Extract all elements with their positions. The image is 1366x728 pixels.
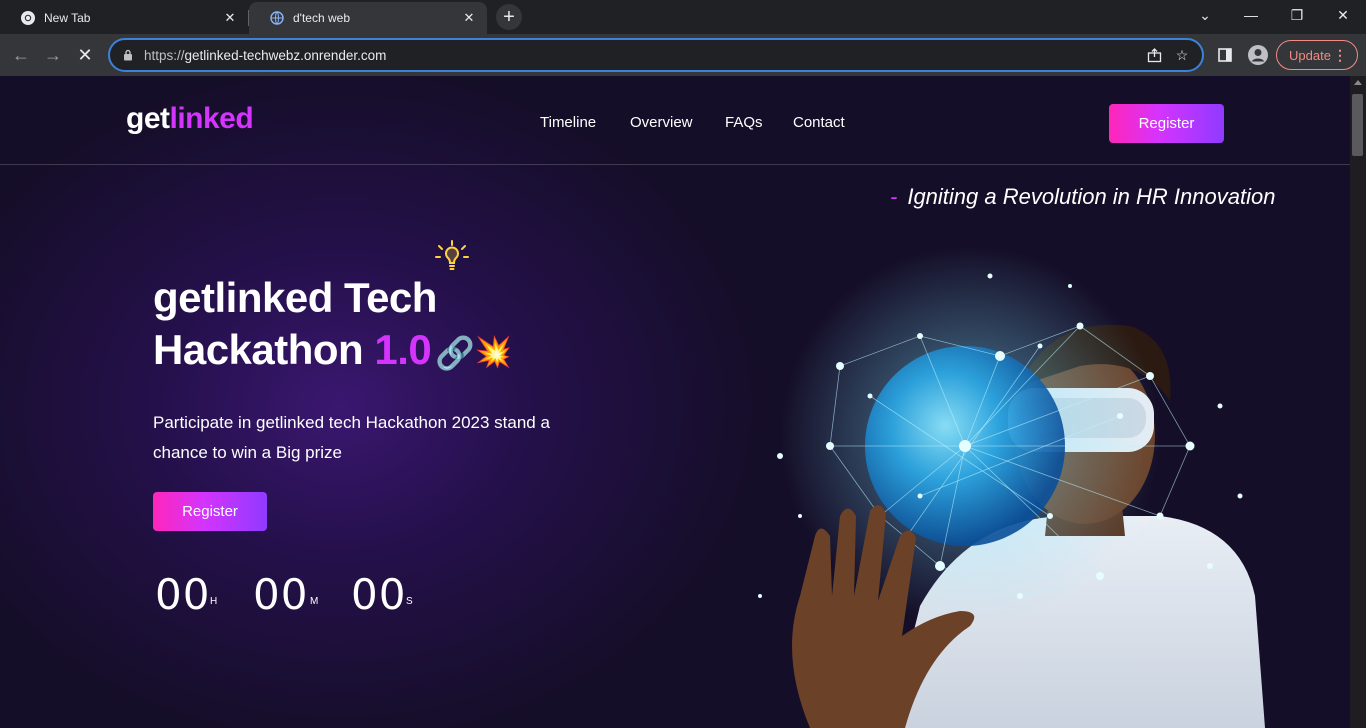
browser-toolbar: ← → ✕ https://getlinked-techwebz.onrende… [0,34,1366,76]
hero-register-button[interactable]: Register [153,492,267,531]
tagline-text: Igniting a Revolution in HR Innovation [907,184,1276,209]
nav-contact[interactable]: Contact [793,114,845,131]
timer-seconds: 00 [351,570,407,619]
timer-minutes-unit: M [310,596,319,607]
nav-faqs[interactable]: FAQs [725,114,763,131]
close-icon: ✕ [1337,6,1349,23]
back-button[interactable]: ← [8,42,34,68]
address-bar[interactable]: https://getlinked-techwebz.onrender.com … [108,38,1204,72]
tab-new-tab[interactable]: New Tab ✕ [0,2,248,34]
stop-loading-button[interactable]: ✕ [72,42,98,68]
url-host: getlinked-techwebz.onrender.com [184,47,387,63]
forward-button[interactable]: → [40,42,66,68]
star-icon[interactable]: ☆ [1168,41,1196,69]
headline-line2: Hackathon 1.0 🔗💥 [153,324,512,379]
restore-button[interactable]: ❐ [1274,0,1320,30]
tagline: - Igniting a Revolution in HR Innovation [890,184,1275,210]
url-text[interactable]: https://getlinked-techwebz.onrender.com [144,48,1140,63]
minimize-button[interactable]: — [1228,0,1274,30]
tab-dtech-web[interactable]: d'tech web ✕ [249,2,487,34]
close-icon: ✕ [77,44,93,65]
headline-hackathon: Hackathon [153,326,364,373]
update-button[interactable]: Update ⋮ [1276,40,1358,70]
nav-overview[interactable]: Overview [630,114,693,131]
update-label: Update [1289,47,1331,63]
tagline-dash: - [890,184,898,209]
logo-text-main: get [126,102,170,135]
side-panel-icon [1218,48,1232,62]
globe-icon [269,10,285,26]
logo-text-accent: linked [169,102,254,135]
plus-icon: + [503,5,515,28]
timer-hours-unit: H [210,596,218,607]
burst-icon: 💥 [474,335,512,369]
header-register-button[interactable]: Register [1109,104,1224,143]
new-tab-button[interactable]: + [496,4,522,30]
page-viewport: getlinked Timeline Overview FAQs Contact… [0,76,1350,728]
chain-icon: 🔗 [435,334,475,371]
close-icon[interactable]: ✕ [222,10,238,26]
scrollbar-thumb[interactable] [1352,94,1363,156]
page-scrollbar[interactable] [1350,76,1366,728]
avatar-icon [1248,45,1268,65]
site-logo[interactable]: getlinked [126,102,254,136]
tab-title: d'tech web [293,11,350,25]
share-icon[interactable] [1140,41,1168,69]
url-scheme: https:// [144,47,185,63]
timer-minutes: 00 [253,570,309,619]
tab-title: New Tab [44,11,91,25]
hero-subtext: Participate in getlinked tech Hackathon … [153,413,550,462]
tab-search-button[interactable]: ⌄ [1182,0,1228,30]
minimize-icon: — [1244,7,1258,23]
restore-icon: ❐ [1290,6,1304,23]
close-icon[interactable]: ✕ [461,10,477,26]
lock-icon [122,49,134,61]
nav-timeline[interactable]: Timeline [540,114,596,131]
site-header: getlinked Timeline Overview FAQs Contact… [0,76,1350,165]
chevron-down-icon: ⌄ [1199,6,1211,23]
arrow-left-icon: ← [12,44,30,65]
profile-button[interactable] [1245,42,1271,68]
hero-headline: getlinked Tech Hackathon 1.0 🔗💥 [153,272,512,379]
timer-seconds-unit: S [406,596,413,607]
close-window-button[interactable]: ✕ [1320,0,1366,30]
side-panel-button[interactable] [1212,42,1238,68]
tab-strip: New Tab ✕ d'tech web ✕ + ⌄ — ❐ ✕ [0,0,1366,34]
headline-line1: getlinked Tech [153,274,437,321]
more-vert-icon: ⋮ [1333,46,1347,63]
arrow-right-icon: → [44,44,62,65]
scroll-up-icon[interactable] [1354,80,1362,85]
timer-hours: 00 [155,570,211,619]
hero-vr-man-image [758,246,1265,728]
chrome-icon [20,10,36,26]
headline-version: 1.0 [374,326,432,373]
